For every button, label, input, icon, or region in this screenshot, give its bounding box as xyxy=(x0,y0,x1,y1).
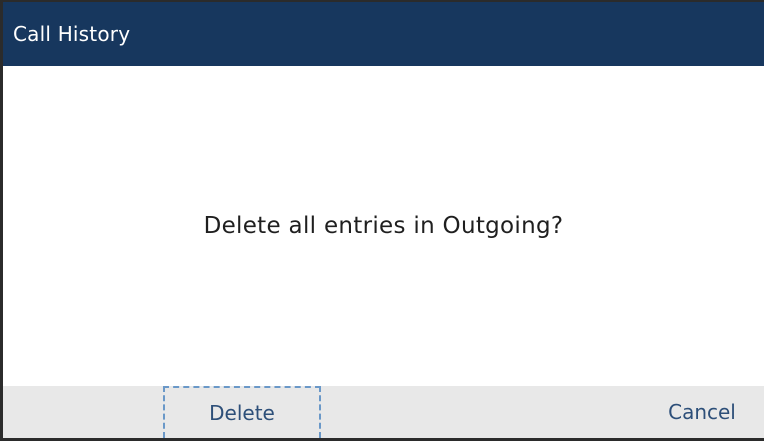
cancel-softkey[interactable]: Cancel xyxy=(643,386,761,438)
title-bar: Call History xyxy=(3,2,764,66)
delete-softkey-label: Delete xyxy=(209,401,275,425)
confirmation-dialog: Delete all entries in Outgoing? xyxy=(3,66,764,386)
cancel-softkey-label: Cancel xyxy=(668,400,736,424)
softkey-bar: Delete Cancel xyxy=(3,386,764,438)
delete-softkey[interactable]: Delete xyxy=(163,386,321,438)
screen-title: Call History xyxy=(13,22,131,46)
phone-screen: Call History Delete all entries in Outgo… xyxy=(0,0,764,441)
confirmation-message: Delete all entries in Outgoing? xyxy=(203,213,564,239)
